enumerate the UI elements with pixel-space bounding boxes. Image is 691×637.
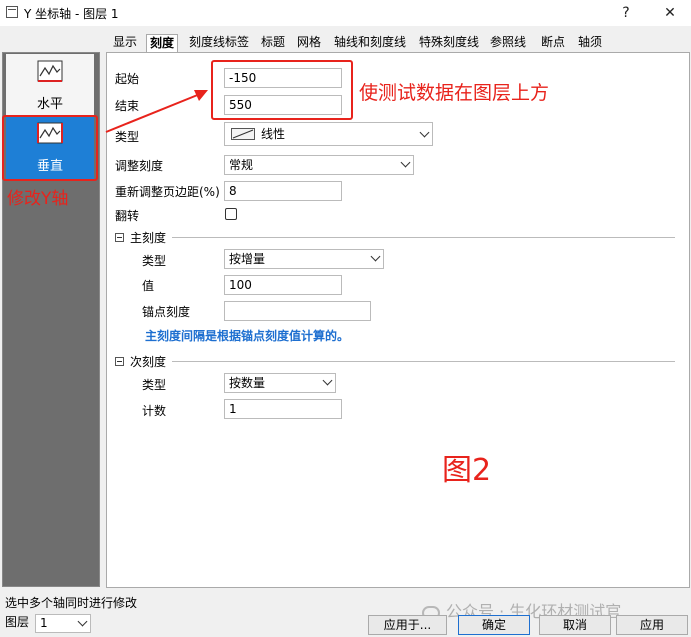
major-type-label: 类型 bbox=[142, 254, 167, 268]
major-collapse-toggle[interactable] bbox=[115, 233, 124, 242]
apply-to-button[interactable]: 应用于... bbox=[368, 615, 447, 635]
close-button[interactable]: ✕ bbox=[655, 2, 685, 24]
chevron-down-icon bbox=[419, 127, 430, 138]
minor-divider bbox=[172, 361, 675, 362]
count-input[interactable]: 1 bbox=[224, 399, 342, 419]
tab-scale[interactable]: 刻度 bbox=[146, 34, 179, 53]
margin-input[interactable]: 8 bbox=[224, 181, 342, 201]
window-icon bbox=[6, 6, 18, 18]
major-type-value: 按增量 bbox=[229, 252, 266, 266]
tab-display[interactable]: 显示 bbox=[110, 34, 140, 51]
major-divider bbox=[172, 237, 675, 238]
status-text: 选中多个轴同时进行修改 bbox=[5, 596, 138, 610]
margin-label: 重新调整页边距(%) bbox=[115, 185, 220, 199]
tab-special-ticks[interactable]: 特殊刻度线 bbox=[416, 34, 482, 51]
minor-collapse-toggle[interactable] bbox=[115, 357, 124, 366]
tab-rug[interactable]: 轴须 bbox=[575, 34, 605, 51]
major-type-select[interactable]: 按增量 bbox=[224, 249, 384, 269]
rescale-value: 常规 bbox=[229, 158, 254, 172]
linear-scale-icon bbox=[231, 128, 255, 140]
range-highlight-box bbox=[211, 60, 353, 120]
major-header: 主刻度 bbox=[130, 231, 167, 245]
rescale-label: 调整刻度 bbox=[115, 159, 164, 173]
reverse-checkbox[interactable] bbox=[225, 208, 237, 220]
anchor-label: 锚点刻度 bbox=[142, 305, 191, 319]
window-title: Y 坐标轴 - 图层 1 bbox=[24, 7, 119, 21]
layer-select[interactable]: 1 bbox=[35, 614, 91, 633]
chevron-down-icon bbox=[400, 157, 411, 168]
minor-header: 次刻度 bbox=[130, 355, 167, 369]
start-label: 起始 bbox=[115, 72, 140, 86]
apply-button[interactable]: 应用 bbox=[616, 615, 688, 635]
sidebar-item-horizontal[interactable]: 水平 bbox=[6, 54, 94, 118]
tab-reference-lines[interactable]: 参照线 bbox=[487, 34, 529, 51]
layer-value: 1 bbox=[40, 616, 48, 630]
ok-button[interactable]: 确定 bbox=[458, 615, 530, 635]
vertical-highlight-box bbox=[2, 115, 98, 181]
count-label: 计数 bbox=[142, 404, 167, 418]
tab-grid[interactable]: 网格 bbox=[294, 34, 324, 51]
minor-type-value: 按数量 bbox=[229, 376, 266, 390]
minor-type-select[interactable]: 按数量 bbox=[224, 373, 336, 393]
chevron-down-icon bbox=[322, 375, 333, 386]
tab-line-ticks[interactable]: 轴线和刻度线 bbox=[331, 34, 409, 51]
sidebar-item-label: 水平 bbox=[36, 97, 63, 112]
tab-breaks[interactable]: 断点 bbox=[538, 34, 568, 51]
figure-label: 图2 bbox=[442, 453, 492, 488]
major-value-input[interactable]: 100 bbox=[224, 275, 342, 295]
side-annotation: 修改Y轴 bbox=[7, 189, 69, 209]
horizontal-axis-icon bbox=[37, 60, 63, 82]
chevron-down-icon bbox=[77, 616, 88, 627]
scale-type-select[interactable]: 线性 bbox=[224, 122, 433, 146]
chevron-down-icon bbox=[370, 251, 381, 262]
major-value-label: 值 bbox=[142, 279, 155, 293]
scale-type-value: 线性 bbox=[261, 127, 286, 141]
anchor-input[interactable] bbox=[224, 301, 371, 321]
type-label: 类型 bbox=[115, 130, 140, 144]
title-bar: Y 坐标轴 - 图层 1 ? ✕ bbox=[0, 0, 691, 26]
reverse-label: 翻转 bbox=[115, 209, 140, 223]
rescale-select[interactable]: 常规 bbox=[224, 155, 414, 175]
top-annotation: 使测试数据在图层上方 bbox=[359, 82, 550, 104]
cancel-button[interactable]: 取消 bbox=[539, 615, 611, 635]
help-button[interactable]: ? bbox=[611, 2, 641, 24]
tab-title[interactable]: 标题 bbox=[258, 34, 288, 51]
layer-label: 图层 bbox=[5, 615, 30, 629]
tab-tick-labels[interactable]: 刻度线标签 bbox=[186, 34, 252, 51]
major-note: 主刻度间隔是根据锚点刻度值计算的。 bbox=[145, 329, 350, 343]
minor-type-label: 类型 bbox=[142, 378, 167, 392]
